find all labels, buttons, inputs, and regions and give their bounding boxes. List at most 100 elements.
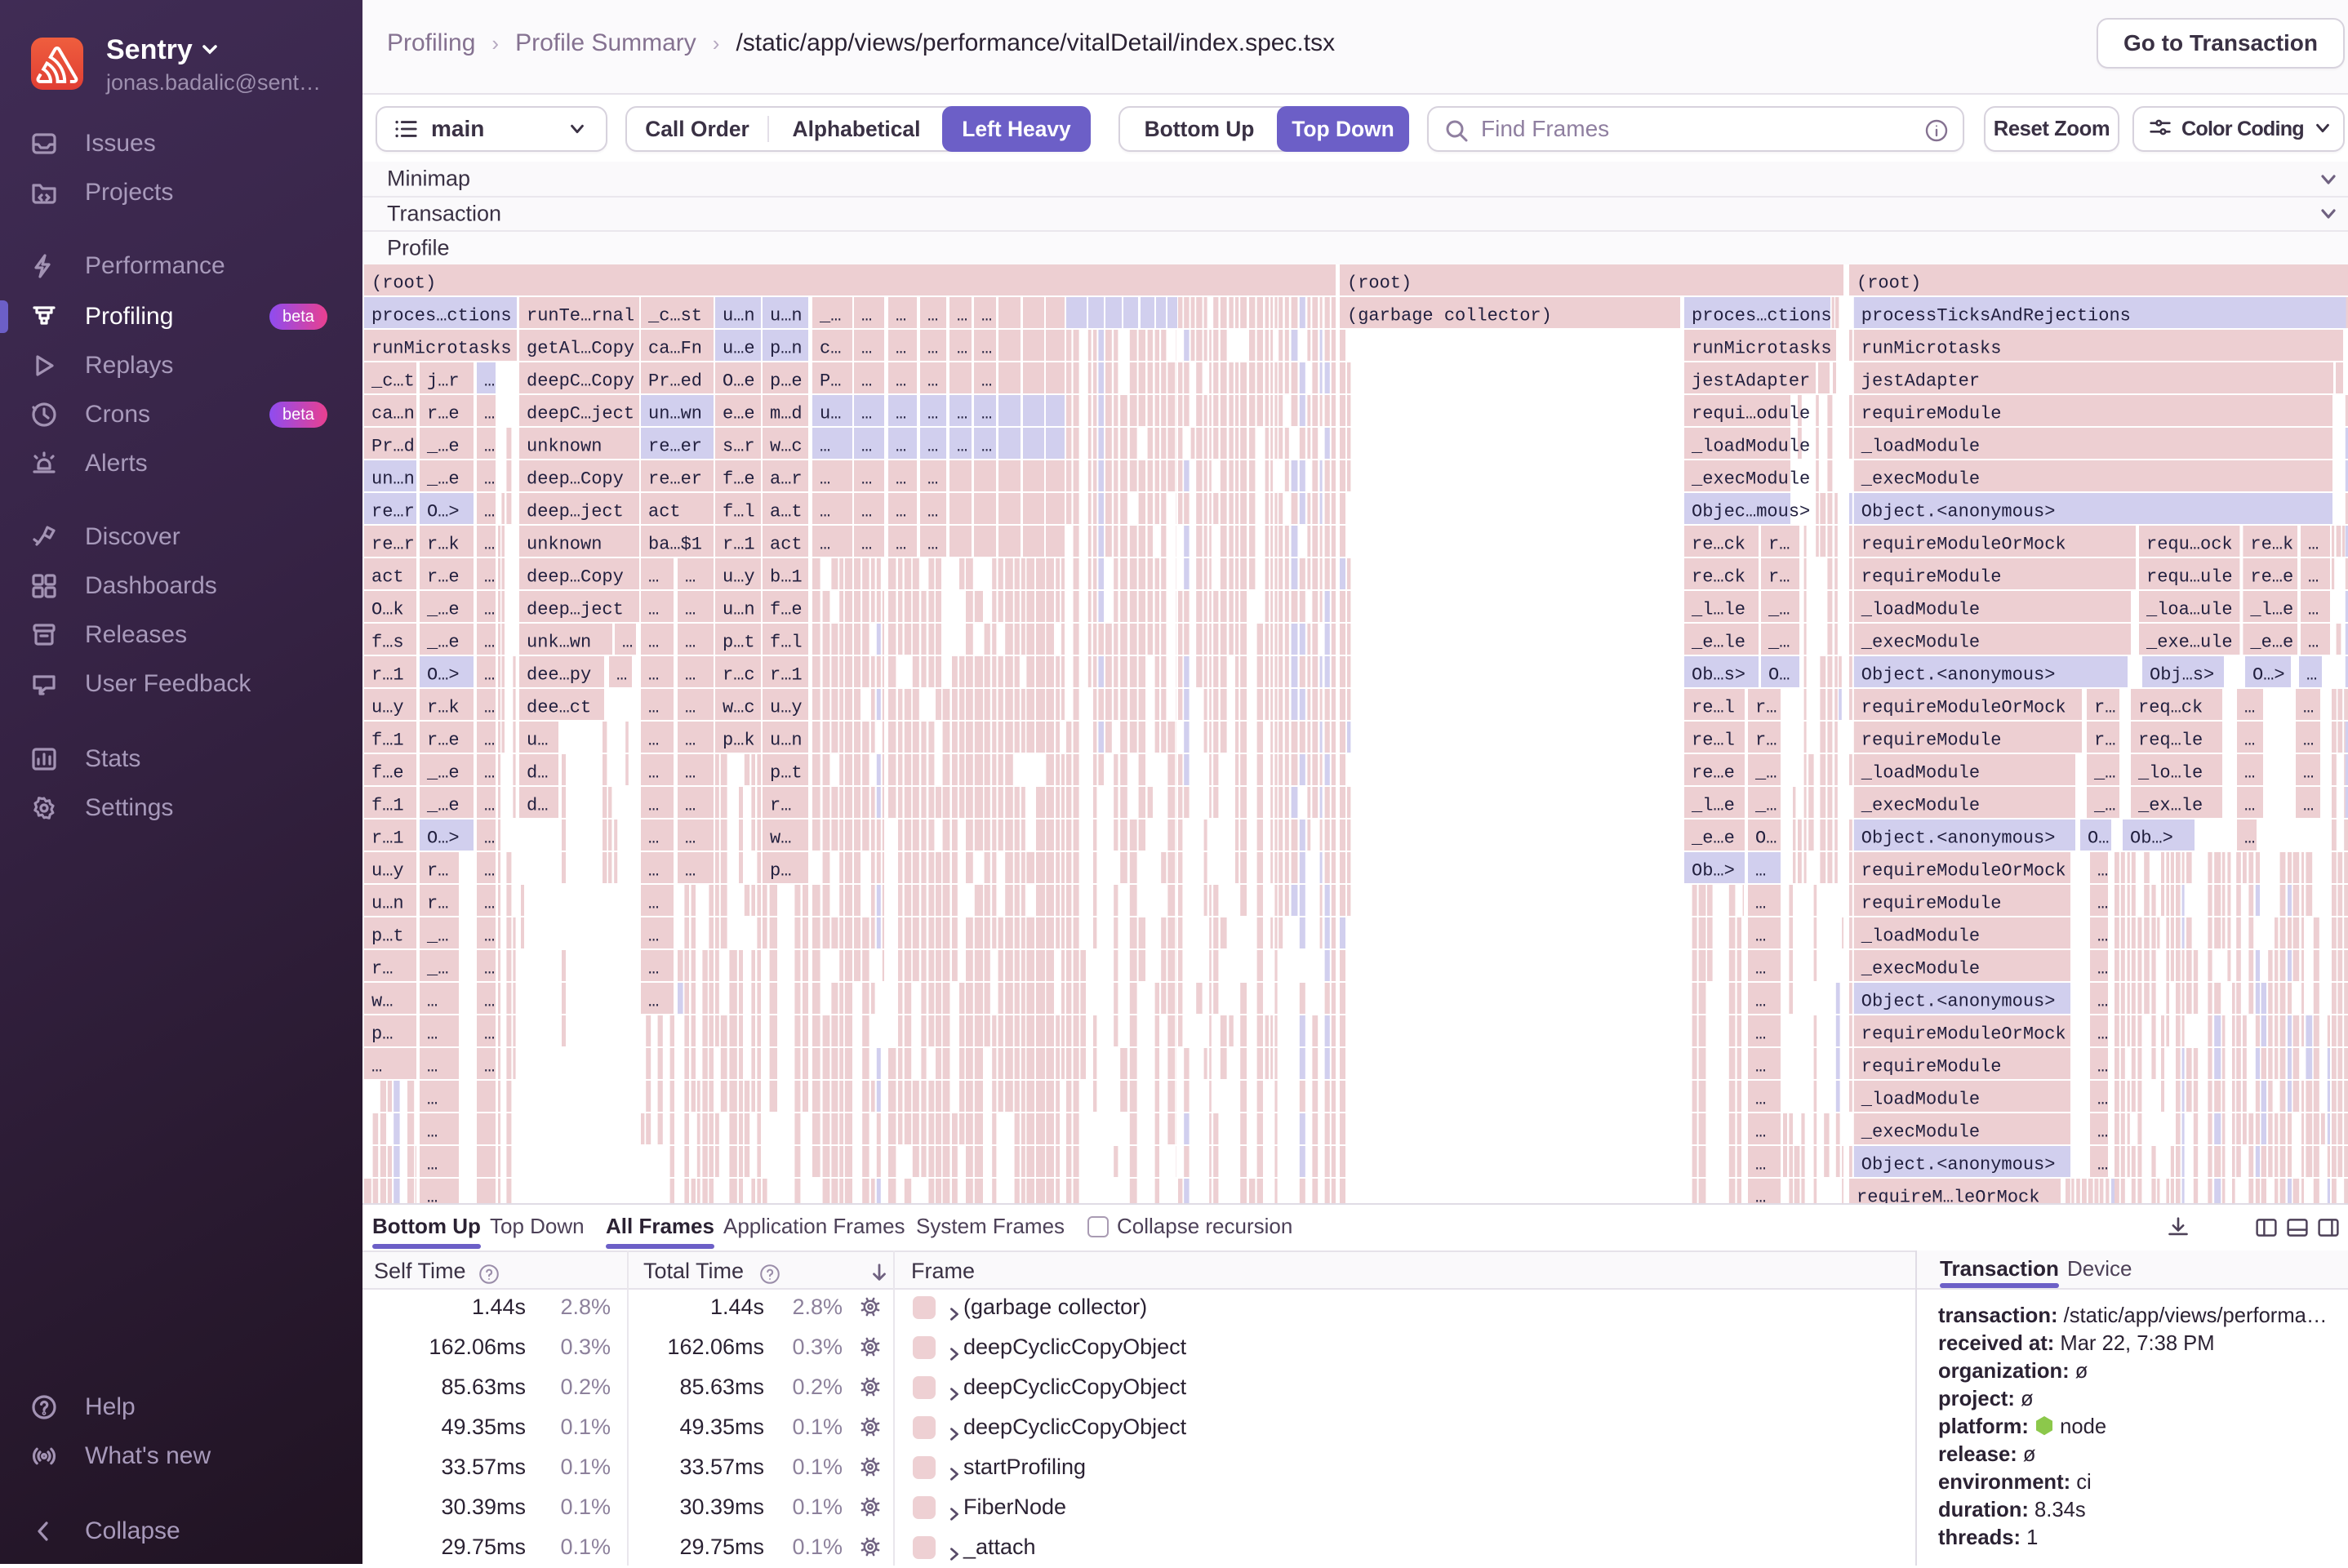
svg-text:f…1: f…1 xyxy=(371,796,404,816)
svg-text:_e…le: _e…le xyxy=(1691,633,1745,653)
svg-text:_loadModule: _loadModule xyxy=(1861,600,1980,620)
svg-text:w…c: w…c xyxy=(723,698,755,718)
svg-text:…: … xyxy=(648,894,659,914)
svg-text:requireModuleOrMock: requireModuleOrMock xyxy=(1861,698,2066,718)
svg-text:m…d: m…d xyxy=(770,404,803,424)
svg-text:…: … xyxy=(896,306,906,326)
svg-text:…: … xyxy=(685,861,696,882)
svg-text:…: … xyxy=(2308,600,2319,620)
svg-text:r…e: r…e xyxy=(427,731,460,751)
svg-text:re…e: re…e xyxy=(2250,567,2293,588)
svg-text:ca…n: ca…n xyxy=(371,404,415,424)
svg-text:_ex…le: _ex…le xyxy=(2137,796,2203,816)
svg-text:…: … xyxy=(648,665,659,686)
svg-text:…: … xyxy=(648,567,659,588)
svg-text:…: … xyxy=(484,469,495,490)
svg-text:…: … xyxy=(1755,992,1766,1012)
svg-text:f…e: f…e xyxy=(770,600,803,620)
svg-text:u…y: u…y xyxy=(723,567,755,588)
svg-text:f…s: f…s xyxy=(371,633,404,653)
svg-text:r…: r… xyxy=(427,894,448,914)
svg-text:…: … xyxy=(685,763,696,784)
svg-text:d…: d… xyxy=(527,763,548,784)
svg-text:…: … xyxy=(371,1057,382,1077)
svg-text:un…n: un…n xyxy=(371,469,415,490)
svg-text:_lo…le: _lo…le xyxy=(2137,763,2203,784)
svg-text:processTicksAndRejections: processTicksAndRejections xyxy=(1861,306,2131,326)
svg-text:runTe…rnal: runTe…rnal xyxy=(527,306,634,326)
svg-text:…: … xyxy=(427,1090,438,1110)
svg-text:requ…ock: requ…ock xyxy=(2146,535,2233,555)
svg-text:requireModuleOrMock: requireModuleOrMock xyxy=(1861,861,2066,882)
svg-text:_…e: _…e xyxy=(426,469,460,490)
svg-text:re…er: re…er xyxy=(648,437,702,457)
svg-text:…: … xyxy=(2308,633,2319,653)
svg-text:…: … xyxy=(2303,796,2314,816)
svg-text:O…: O… xyxy=(1755,828,1777,849)
svg-text:…: … xyxy=(861,469,872,490)
svg-text:u…e: u…e xyxy=(723,339,755,359)
svg-text:…: … xyxy=(484,731,495,751)
svg-text:_c…st: _c…st xyxy=(647,306,702,326)
svg-text:r…: r… xyxy=(770,796,791,816)
svg-text:p…n: p…n xyxy=(770,339,803,359)
svg-text:…: … xyxy=(484,763,495,784)
svg-text:…: … xyxy=(484,861,495,882)
svg-text:_execModule: _execModule xyxy=(1861,469,1980,490)
svg-text:…: … xyxy=(927,437,938,457)
svg-text:…: … xyxy=(648,926,659,947)
svg-text:j…r: j…r xyxy=(427,371,460,392)
svg-text:s…r: s…r xyxy=(723,437,755,457)
svg-text:requireM…leOrMock: requireM…leOrMock xyxy=(1857,1188,2039,1203)
svg-text:requireModule: requireModule xyxy=(1861,567,2002,588)
svg-text:u…y: u…y xyxy=(371,698,404,718)
svg-text:…: … xyxy=(685,600,696,620)
svg-text:requireModule: requireModule xyxy=(1861,731,2002,751)
svg-text:deep…Copy: deep…Copy xyxy=(527,567,624,588)
svg-text:…: … xyxy=(1755,959,1766,979)
svg-text:_…e: _…e xyxy=(426,763,460,784)
svg-text:…: … xyxy=(2244,698,2255,718)
svg-text:…: … xyxy=(957,339,967,359)
svg-text:…: … xyxy=(2303,698,2314,718)
svg-text:…: … xyxy=(957,437,967,457)
svg-text:deep…ject: deep…ject xyxy=(527,502,624,522)
svg-text:…: … xyxy=(648,698,659,718)
svg-text:…: … xyxy=(685,665,696,686)
svg-text:p…: p… xyxy=(770,861,791,882)
svg-text:…: … xyxy=(957,306,967,326)
svg-text:…: … xyxy=(484,371,495,392)
svg-text:…: … xyxy=(648,763,659,784)
svg-text:e…e: e…e xyxy=(723,404,755,424)
svg-text:requireModule: requireModule xyxy=(1861,894,2002,914)
svg-text:…: … xyxy=(648,828,659,849)
svg-text:…: … xyxy=(2308,535,2319,555)
svg-text:…: … xyxy=(484,959,495,979)
svg-text:r…: r… xyxy=(427,861,448,882)
svg-text:_…: _… xyxy=(426,959,448,979)
svg-text:P…: P… xyxy=(820,371,841,392)
svg-text:r…: r… xyxy=(1768,567,1790,588)
svg-text:…: … xyxy=(484,796,495,816)
svg-text:_execModule: _execModule xyxy=(1691,469,1810,490)
svg-text:…: … xyxy=(2097,959,2108,979)
svg-text:b…1: b…1 xyxy=(770,567,803,588)
svg-text:…: … xyxy=(896,404,906,424)
svg-text:…: … xyxy=(484,567,495,588)
svg-text:…: … xyxy=(484,535,495,555)
svg-text:Ob…>: Ob…> xyxy=(2130,828,2173,849)
svg-text:re…ck: re…ck xyxy=(1692,567,1745,588)
svg-text:…: … xyxy=(484,502,495,522)
svg-text:…: … xyxy=(648,633,659,653)
svg-text:r…c: r…c xyxy=(723,665,755,686)
svg-text:_…e: _…e xyxy=(426,633,460,653)
svg-text:…: … xyxy=(896,535,906,555)
svg-text:…: … xyxy=(484,926,495,947)
svg-text:…: … xyxy=(2097,992,2108,1012)
svg-text:…: … xyxy=(1755,1057,1766,1077)
svg-text:(root): (root) xyxy=(371,273,436,294)
svg-text:_e…e: _e…e xyxy=(2249,633,2293,653)
svg-text:r…e: r…e xyxy=(427,567,460,588)
svg-text:r…: r… xyxy=(1755,698,1777,718)
svg-text:…: … xyxy=(861,535,872,555)
